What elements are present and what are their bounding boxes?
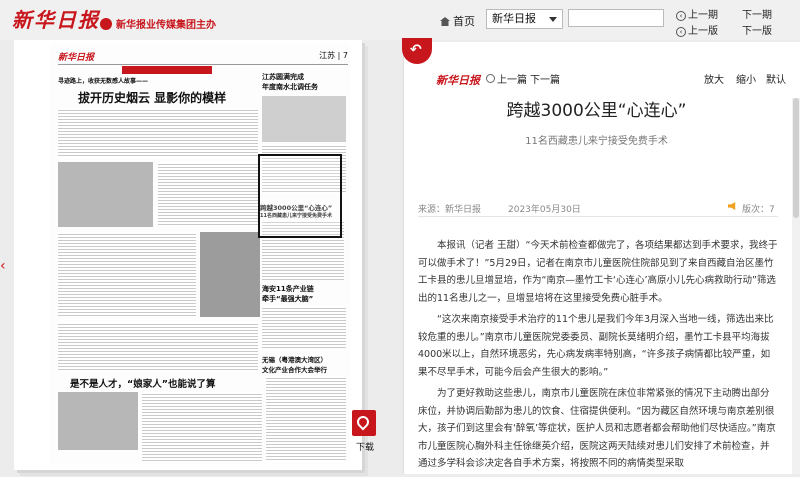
headline-low-2[interactable]: 文化产业合作大会举行: [262, 364, 327, 374]
article-panel: ↶ 新华日报 上一篇 下一篇 放大 缩小 默认 跨越3000公里“心连心” 11…: [402, 38, 800, 477]
section-label: 江苏: [319, 51, 336, 60]
home-link[interactable]: 首页: [440, 13, 475, 29]
article-scrollbar[interactable]: [792, 98, 800, 474]
speaker-icon[interactable]: [728, 202, 736, 210]
search-input[interactable]: [568, 9, 664, 27]
brand-tagline: 新华报业传媒集团主办: [100, 16, 216, 31]
prev-circle-icon: [486, 74, 495, 83]
headline-low-1[interactable]: 无锡（粤港澳大湾区）: [262, 354, 327, 364]
zoom-in-label: 放大: [704, 75, 724, 86]
newspaper-page[interactable]: 新华日报 江苏 | 7 寻迹路上，收获无数感人故事—— 拔开历史烟云 显影你的模…: [50, 44, 350, 464]
news-photo: [200, 232, 260, 317]
prev-circle-icon: ‹: [676, 11, 686, 21]
newspaper-page-header: 新华日报 江苏 | 7: [58, 50, 348, 65]
article-date: 2023年05月30日: [508, 205, 581, 215]
article-text-block: [266, 376, 346, 462]
newspaper-section: 江苏 | 7: [319, 51, 348, 60]
pdf-download-icon[interactable]: [352, 410, 376, 436]
top-header: 新华日报 新华报业传媒集团主办 首页 新华日报 ‹ 上一期 下一期 ‹ 上一版 下一…: [0, 0, 800, 40]
download-label[interactable]: 下载: [356, 440, 374, 453]
page-number: 7: [342, 51, 348, 60]
prev-article-label: 上一篇: [497, 75, 527, 86]
prev-article-link[interactable]: 上一篇: [486, 71, 527, 86]
highlighted-article-box[interactable]: [258, 154, 342, 238]
article-subtitle: 11名西藏患儿来宁接受免费手术: [525, 136, 668, 147]
zoom-in-button[interactable]: 放大: [704, 71, 724, 86]
headline-right-2[interactable]: 年度南水北调任务: [262, 82, 318, 92]
news-photo: [262, 96, 346, 142]
zoom-out-button[interactable]: 缩小: [736, 71, 756, 86]
prev-issue-label: 上一期: [688, 10, 718, 21]
article-text-block: [262, 306, 346, 348]
article-text-block: [58, 322, 258, 372]
article-source: 来源：新华日报: [418, 205, 482, 215]
brand-text: 新华报业传媒集团主办: [116, 20, 216, 31]
next-page-link[interactable]: 下一版: [742, 22, 772, 37]
prev-page-link[interactable]: ‹ 上一版: [676, 22, 718, 37]
panel-logo: 新华日报: [436, 74, 480, 87]
article-text-block: [158, 162, 258, 227]
news-photo: [58, 392, 138, 450]
article-title: 跨越3000公里“心连心”: [506, 101, 687, 121]
back-button[interactable]: ↶: [402, 38, 432, 64]
chevron-down-icon: [549, 17, 557, 22]
headline-main[interactable]: 拔开历史烟云 显影你的模样: [78, 89, 226, 106]
home-label: 首页: [453, 15, 475, 28]
scrollbar-thumb[interactable]: [793, 98, 799, 218]
headline-right-1[interactable]: 江苏圆满完成: [262, 72, 304, 82]
next-issue-label: 下一期: [742, 10, 772, 21]
prev-circle-icon: ‹: [676, 27, 686, 37]
paper-select-value: 新华日报: [492, 12, 536, 25]
brand-logo-icon: [100, 18, 112, 30]
article-paragraph: “这次来南京接受手术治疗的11个患儿是我们今年3月深入当地一线，筛选出来比较危重…: [418, 314, 774, 378]
headline-top: 寻迹路上，收获无数感人故事——: [58, 78, 149, 85]
reset-zoom-button[interactable]: 默认: [766, 71, 786, 86]
newspaper-logo: 新华日报: [58, 53, 95, 63]
reset-zoom-label: 默认: [766, 75, 786, 86]
news-photo: [58, 162, 153, 227]
prev-issue-link[interactable]: ‹ 上一期: [676, 6, 718, 21]
prev-page-label: 上一版: [688, 26, 718, 37]
headline-bottom[interactable]: 是不是人才，“娘家人”也能说了算: [70, 376, 216, 390]
article-paragraph: 为了更好救助这些患儿，南京市儿童医院在床位非常紧张的情况下主动腾出部分床位，并协…: [418, 388, 776, 469]
article-text-block: [58, 108, 258, 158]
back-arrow-icon: ↶: [410, 42, 422, 58]
zoom-out-label: 缩小: [736, 75, 756, 86]
paper-select[interactable]: 新华日报: [486, 9, 563, 29]
next-page-label: 下一版: [742, 26, 772, 37]
article-meta: 来源：新华日报 2023年05月30日 版次：7: [418, 202, 778, 217]
banner-red: [122, 66, 212, 74]
article-text-block: [142, 392, 262, 462]
article-body: 本报讯（记者 王甜）“今天术前检查都做完了，各项结果都达到手术要求，我终于可以做…: [418, 237, 778, 477]
home-icon: [440, 17, 450, 26]
next-article-link[interactable]: 下一篇: [530, 71, 560, 86]
site-logo[interactable]: 新华日报: [12, 4, 100, 33]
headline-mid-2[interactable]: 牵手“最强大脑”: [262, 294, 313, 304]
article-paragraph: 本报讯（记者 王甜）“今天术前检查都做完了，各项结果都达到手术要求，我终于可以做…: [418, 240, 778, 304]
headline-mid-1[interactable]: 海安11条产业链: [262, 284, 314, 294]
prev-page-arrow-icon[interactable]: ‹: [0, 258, 8, 274]
next-issue-link[interactable]: 下一期: [742, 6, 772, 21]
article-text-block: [58, 232, 196, 317]
next-article-label: 下一篇: [530, 75, 560, 86]
article-edition: 版次：7: [742, 205, 775, 215]
